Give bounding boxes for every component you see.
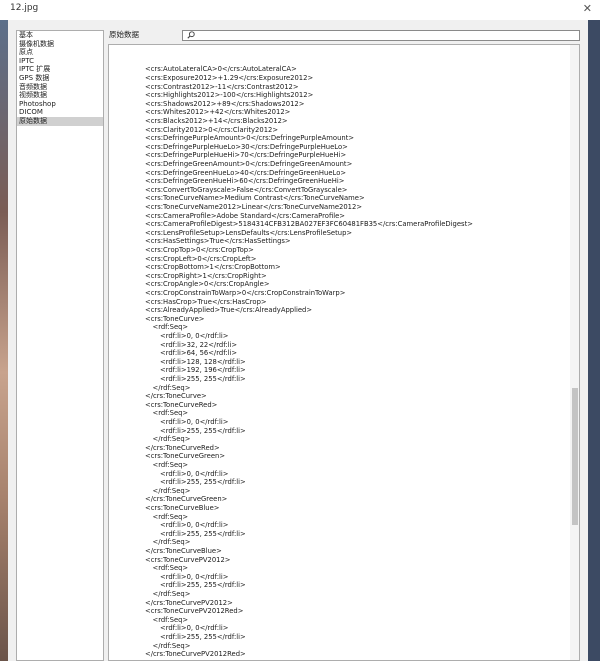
xml-line: <crs:ToneCurvePV2012> [145,555,231,564]
vertical-scrollbar[interactable] [570,45,579,660]
sidebar-item[interactable]: IPTC [17,57,103,66]
xml-line: </crs:ToneCurveBlue> [145,546,222,555]
xml-line: <rdf:li>255, 255</rdf:li> [160,529,246,538]
close-icon[interactable]: ✕ [583,2,592,15]
xml-line: <crs:ToneCurveName>Medium Contrast</crs:… [145,194,365,203]
xml-line: <crs:DefringePurpleHueLo>30</crs:Defring… [145,142,348,151]
xml-line: <crs:Contrast2012>-11</crs:Contrast2012> [145,82,299,91]
xml-line: <rdf:li>192, 196</rdf:li> [160,366,246,375]
category-list: 基本 摄像机数据 原点 IPTC IPTC 扩展 GPS 数据 音频数据 视频数据 Photos… [16,30,104,661]
xml-line: <crs:Shadows2012>+89</crs:Shadows2012> [145,99,305,108]
xml-line: <crs:HasCrop>True</crs:HasCrop> [145,297,267,306]
xml-line: <rdf:Seq> [152,564,189,573]
xml-line: <crs:CameraProfileDigest>5184314CFB312BA… [145,220,473,229]
sidebar-item[interactable]: 基本 [17,31,103,40]
xml-line: <crs:CropConstrainToWarp>0</crs:CropCons… [145,288,346,297]
xml-line: </crs:ToneCurve> [145,392,207,401]
xml-line: <rdf:li>64, 56</rdf:li> [160,349,238,358]
xml-line: </rdf:Seq> [152,589,191,598]
xml-line: <rdf:li>0, 0</rdf:li> [160,417,229,426]
xml-line: <crs:ToneCurveBlue> [145,503,220,512]
xml-line: <crs:DefringeGreenHueLo>40</crs:Defringe… [145,168,347,177]
xml-line: <rdf:li>128, 128</rdf:li> [160,357,246,366]
sidebar-item[interactable]: 视频数据 [17,91,103,100]
sidebar-item[interactable]: 音频数据 [17,83,103,92]
xml-line: <crs:Blacks2012>+14</crs:Blacks2012> [145,116,288,125]
window-titlebar: 12.jpg ✕ [0,0,600,20]
xml-line: </crs:ToneCurvePV2012> [145,598,233,607]
xml-line: <crs:ToneCurveName2012>Linear</crs:ToneC… [145,202,363,211]
sidebar-item[interactable]: Photoshop [17,100,103,109]
xml-line: </rdf:Seq> [152,486,191,495]
xml-line: <crs:ToneCurveRed> [145,400,218,409]
xml-line: <crs:Clarity2012>0</crs:Clarity2012> [145,125,279,134]
xml-line: </rdf:Seq> [152,383,191,392]
file-info-dialog: 基本 摄像机数据 原点 IPTC IPTC 扩展 GPS 数据 音频数据 视频数据 Photos… [8,20,588,661]
xml-line: <crs:ToneCurveGreen> [145,452,226,461]
xml-line: <rdf:li>0, 0</rdf:li> [160,469,229,478]
xml-line: <crs:DefringeGreenHueHi>60</crs:Defringe… [145,177,345,186]
sidebar-item[interactable]: 原始数据 [17,116,103,126]
xml-line: <rdf:li>255, 255</rdf:li> [160,632,246,641]
xml-line: <rdf:li>0, 0</rdf:li> [160,521,229,530]
xml-line: </rdf:Seq> [152,641,191,650]
xml-line: <rdf:li>255, 255</rdf:li> [160,581,246,590]
xml-line: <crs:Whites2012>+42</crs:Whites2012> [145,108,291,117]
window-title: 12.jpg [10,3,39,13]
xml-line: <crs:ConvertToGrayscale>False</crs:Conve… [145,185,348,194]
xml-line: </rdf:Seq> [152,435,191,444]
xml-line: <rdf:li>255, 255</rdf:li> [160,426,246,435]
xml-line: <crs:CropBottom>1</crs:CropBottom> [145,263,281,272]
scrollbar-thumb[interactable] [572,388,578,525]
background-window-edge [588,20,600,661]
xml-line: <crs:CropLeft>0</crs:CropLeft> [145,254,257,263]
xml-line: </crs:ToneCurvePV2012Red> [145,650,246,659]
xml-line: <crs:ToneCurvePV2012Red> [145,607,244,616]
xml-line: <crs:DefringeGreenAmount>0</crs:Defringe… [145,159,353,168]
search-icon [187,31,195,41]
xml-line: <crs:Exposure2012>+1.29</crs:Exposure201… [145,73,314,82]
xml-line: <crs:AlreadyApplied>True</crs:AlreadyApp… [145,306,313,315]
xml-line: </rdf:Seq> [152,538,191,547]
sidebar-item[interactable]: IPTC 扩展 [17,65,103,74]
xml-line: <crs:DefringePurpleHueHi>70</crs:Defring… [145,151,347,160]
sidebar-item[interactable]: DICOM [17,108,103,117]
xml-line: <rdf:li>32, 22</rdf:li> [160,340,238,349]
xml-line: <crs:DefringePurpleAmount>0</crs:Defring… [145,134,355,143]
background-photo-edge [0,20,8,661]
xml-line: </crs:ToneCurveGreen> [145,495,228,504]
xml-line: <rdf:li>0, 0</rdf:li> [160,331,229,340]
xml-line: <rdf:li>255, 255</rdf:li> [160,478,246,487]
xml-line: <crs:AutoLateralCA>0</crs:AutoLateralCA> [145,65,297,74]
xml-line: <rdf:li>255, 255</rdf:li> [160,374,246,383]
xml-line: <rdf:li>0, 0</rdf:li> [160,572,229,581]
xml-line: <rdf:Seq> [152,323,189,332]
xml-line: <crs:LensProfileSetup>LensDefaults</crs:… [145,228,353,237]
raw-data-view[interactable]: <crs:AutoLateralCA>0</crs:AutoLateralCA>… [108,44,580,661]
xml-line: <rdf:Seq> [152,409,189,418]
xml-line: <crs:HasSettings>True</crs:HasSettings> [145,237,291,246]
xml-line: <crs:CameraProfile>Adobe Standard</crs:C… [145,211,345,220]
sidebar-item[interactable]: 原点 [17,48,103,57]
xml-line: <crs:CropTop>0</crs:CropTop> [145,245,254,254]
sidebar-item[interactable]: GPS 数据 [17,74,103,83]
xml-line: </crs:ToneCurveRed> [145,443,220,452]
xml-line: <crs:CropAngle>0</crs:CropAngle> [145,280,270,289]
xml-line: <rdf:Seq> [152,460,189,469]
xml-line: <rdf:Seq> [152,615,189,624]
xml-line: <rdf:li>0, 0</rdf:li> [160,624,229,633]
search-input[interactable] [182,30,580,41]
sidebar-item[interactable]: 摄像机数据 [17,40,103,49]
xml-line: <crs:Highlights2012>-100</crs:Highlights… [145,91,314,100]
xml-line: <crs:ToneCurve> [145,314,205,323]
xml-line: <crs:CropRight>1</crs:CropRight> [145,271,267,280]
xml-line: <rdf:Seq> [152,512,189,521]
panel-title: 原始数据 [109,30,139,39]
